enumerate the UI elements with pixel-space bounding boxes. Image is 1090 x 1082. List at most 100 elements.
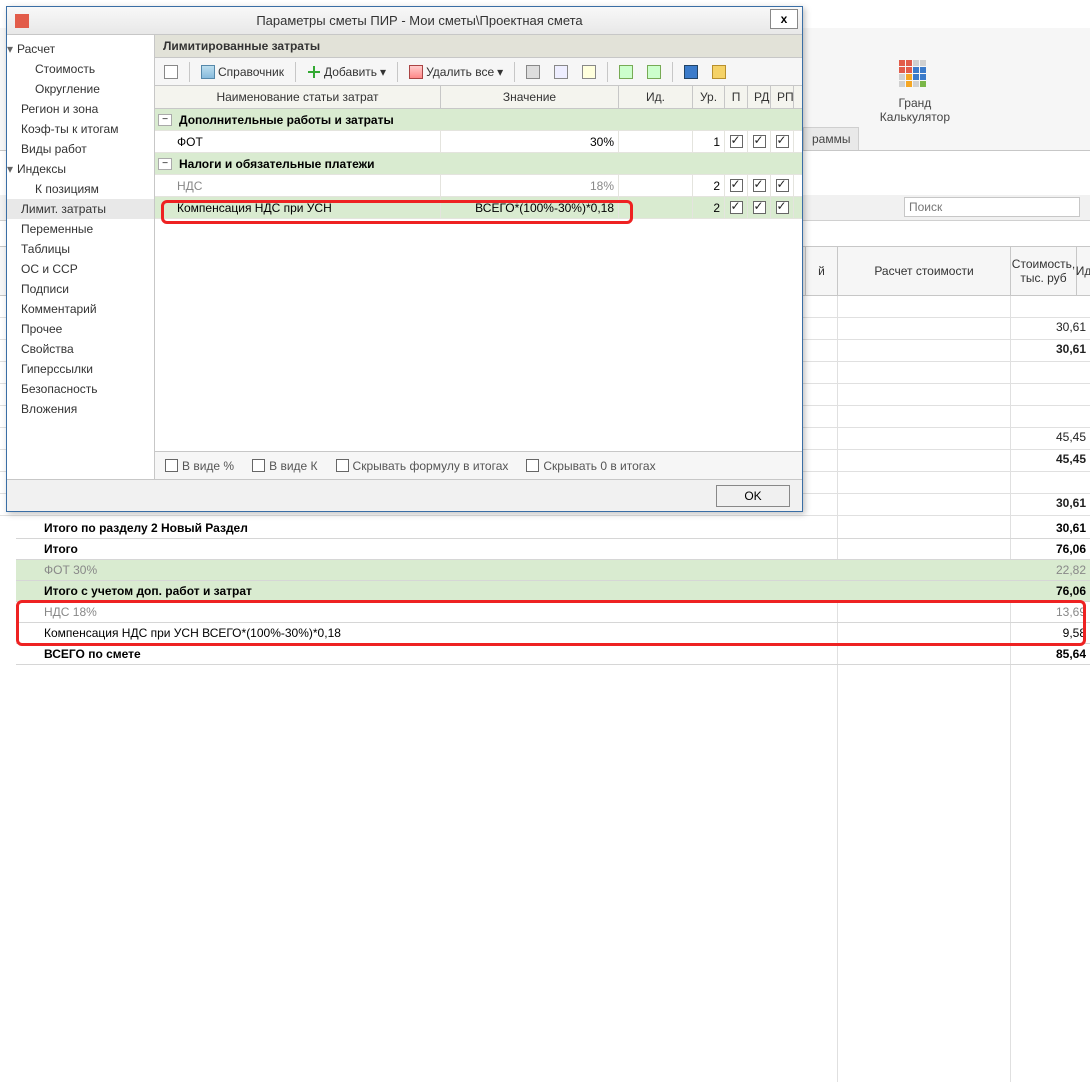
bottom-estimate-rows: Итого по разделу 2 Новый Раздел30,61Итог… [16, 518, 1090, 665]
col-p: П [725, 86, 748, 108]
ribbon-calc-label2: Калькулятор [880, 110, 950, 124]
params-dialog: Параметры сметы ПИР - Мои сметы\Проектна… [6, 6, 803, 512]
arrow-up-icon [619, 65, 633, 79]
tree-item[interactable]: Подписи [7, 279, 154, 299]
copy-button[interactable] [549, 61, 573, 83]
estimate-row: Итого с учетом доп. работ и затрат76,06 [16, 581, 1090, 602]
bg-col-y: й [805, 247, 837, 295]
estimate-row: ФОТ 30%22,82 [16, 560, 1090, 581]
estimate-row: Компенсация НДС при УСН ВСЕГО*(100%-30%)… [16, 623, 1090, 644]
tree-item[interactable]: Округление [7, 79, 154, 99]
tree-item[interactable]: Свойства [7, 339, 154, 359]
plus-icon [307, 65, 321, 79]
collapse-icon[interactable]: − [158, 158, 172, 170]
ribbon-tab[interactable]: раммы [803, 128, 859, 150]
titlebar: Параметры сметы ПИР - Мои сметы\Проектна… [7, 7, 802, 35]
grid-body: −Дополнительные работы и затратыФОТ30%1−… [155, 109, 802, 451]
arrow-down-icon [647, 65, 661, 79]
tree-item[interactable]: Регион и зона [7, 99, 154, 119]
bg-col-id: Ид [1076, 247, 1090, 295]
col-value: Значение [441, 86, 619, 108]
add-button[interactable]: Добавить ▾ [302, 61, 391, 83]
bg-cost-cell: 30,61 [1012, 320, 1086, 334]
checkbox-rd[interactable] [753, 201, 766, 214]
detail-icon [164, 65, 178, 79]
tree-item[interactable]: Гиперссылки [7, 359, 154, 379]
nav-tree: ▾РасчетСтоимостьОкруглениеРегион и зонаК… [7, 35, 155, 479]
detail-button[interactable] [159, 61, 183, 83]
grid-toolbar: Справочник Добавить ▾ Удалить все ▾ [155, 58, 802, 86]
dialog-footer: OK [7, 479, 802, 511]
tree-item[interactable]: Переменные [7, 219, 154, 239]
grid-row[interactable]: ФОТ30%1 [155, 131, 802, 153]
col-name: Наименование статьи затрат [155, 86, 441, 108]
save-button[interactable] [679, 61, 703, 83]
tree-item[interactable]: Комментарий [7, 299, 154, 319]
bg-cost-cell: 30,61 [1012, 496, 1086, 510]
paste-button[interactable] [577, 61, 601, 83]
tree-item[interactable]: ▾Индексы [7, 159, 154, 179]
reference-button[interactable]: Справочник [196, 61, 289, 83]
open-button[interactable] [707, 61, 731, 83]
tree-item[interactable]: Коэф-ты к итогам [7, 119, 154, 139]
copy-icon [554, 65, 568, 79]
bg-col-calc: Расчет стоимости [837, 247, 1010, 295]
tree-item[interactable]: Безопасность [7, 379, 154, 399]
checkbox-rp[interactable] [776, 135, 789, 148]
opt-hide-zero[interactable]: Скрывать 0 в итогах [526, 459, 655, 473]
estimate-row: Итого76,06 [16, 539, 1090, 560]
grid-row[interactable]: Компенсация НДС при УСНВСЕГО*(100%-30%)*… [155, 197, 802, 219]
tree-item[interactable]: Лимит. затраты [7, 199, 154, 219]
tree-item[interactable]: К позициям [7, 179, 154, 199]
move-up-button[interactable] [614, 61, 638, 83]
estimate-row: ВСЕГО по смете85,64 [16, 644, 1090, 665]
folder-open-icon [712, 65, 726, 79]
col-level: Ур. [693, 86, 725, 108]
collapse-icon[interactable]: − [158, 114, 172, 126]
save-icon [684, 65, 698, 79]
tree-item[interactable]: Стоимость [7, 59, 154, 79]
grid-row[interactable]: НДС18%2 [155, 175, 802, 197]
checkbox-p[interactable] [730, 201, 743, 214]
checkbox-rd[interactable] [753, 135, 766, 148]
col-rd: РД [748, 86, 771, 108]
delete-all-button[interactable]: Удалить все ▾ [404, 61, 508, 83]
tree-item[interactable]: ▾Расчет [7, 39, 154, 59]
dialog-title: Параметры сметы ПИР - Мои сметы\Проектна… [37, 13, 802, 28]
bg-cost-cell: 45,45 [1012, 430, 1086, 444]
opt-hide-formula[interactable]: Скрывать формулу в итогах [336, 459, 509, 473]
ok-button[interactable]: OK [716, 485, 790, 507]
estimate-row: НДС 18%13,69 [16, 602, 1090, 623]
bg-cost-cell: 45,45 [1012, 452, 1086, 466]
app-icon [15, 14, 29, 28]
checkbox-rp[interactable] [776, 201, 789, 214]
ribbon-calc-group[interactable]: Гранд Калькулятор [880, 60, 950, 124]
checkbox-p[interactable] [730, 179, 743, 192]
close-button[interactable]: x [770, 9, 798, 29]
grid-group-row[interactable]: −Дополнительные работы и затраты [155, 109, 802, 131]
tree-item[interactable]: Вложения [7, 399, 154, 419]
tree-item[interactable]: Виды работ [7, 139, 154, 159]
move-down-button[interactable] [642, 61, 666, 83]
bg-col-cost: Стоимость, тыс. руб [1010, 247, 1076, 295]
opt-percent[interactable]: В виде % [165, 459, 234, 473]
opt-coeff[interactable]: В виде К [252, 459, 317, 473]
cut-icon [526, 65, 540, 79]
grid-header: Наименование статьи затрат Значение Ид. … [155, 86, 802, 109]
cut-button[interactable] [521, 61, 545, 83]
col-rp: РП [771, 86, 794, 108]
search-input[interactable] [904, 197, 1080, 217]
col-id: Ид. [619, 86, 693, 108]
grid-group-row[interactable]: −Налоги и обязательные платежи [155, 153, 802, 175]
book-icon [201, 65, 215, 79]
ribbon-calc-label: Гранд [880, 96, 950, 110]
tree-item[interactable]: Прочее [7, 319, 154, 339]
calculator-icon [899, 60, 931, 92]
checkbox-rd[interactable] [753, 179, 766, 192]
checkbox-rp[interactable] [776, 179, 789, 192]
tree-item[interactable]: ОС и ССР [7, 259, 154, 279]
tree-item[interactable]: Таблицы [7, 239, 154, 259]
estimate-row: Итого по разделу 2 Новый Раздел30,61 [16, 518, 1090, 539]
section-title: Лимитированные затраты [155, 35, 802, 58]
checkbox-p[interactable] [730, 135, 743, 148]
